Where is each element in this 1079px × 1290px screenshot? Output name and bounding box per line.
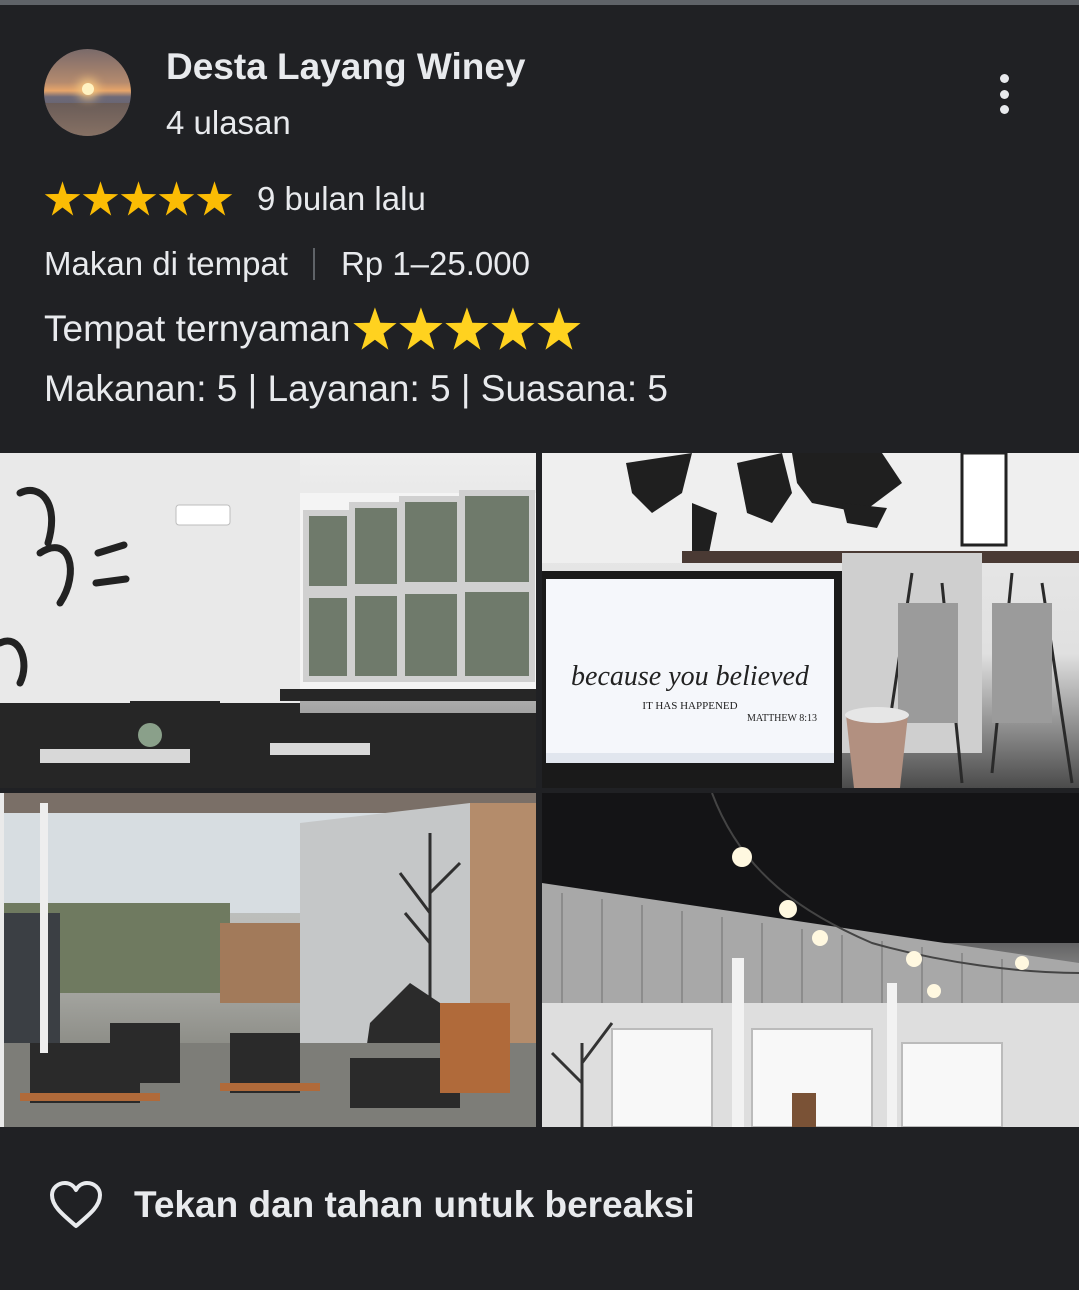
review-photo-laptop[interactable]: because you believed IT HAS HAPPENED MAT…: [542, 453, 1079, 788]
more-vert-icon: [999, 105, 1009, 114]
review-photo-night[interactable]: [542, 793, 1079, 1127]
meta-divider: [312, 248, 315, 280]
star-icon: [196, 181, 233, 216]
svg-text:MATTHEW 8:13: MATTHEW 8:13: [747, 713, 817, 724]
rating-stars: [44, 181, 234, 218]
interior-illustration: [0, 453, 536, 788]
terrace-illustration: [0, 793, 536, 1127]
react-label: Tekan dan tahan untuk bereaksi: [134, 1184, 695, 1225]
review-text-body: Tempat ternyaman: [44, 308, 351, 349]
review-time: 9 bulan lalu: [257, 180, 426, 217]
star-emoji-icon: [353, 307, 397, 350]
svg-text:IT HAS HAPPENED: IT HAS HAPPENED: [642, 700, 737, 712]
subratings: Makanan: 5 | Layanan: 5 | Suasana: 5: [44, 368, 668, 409]
emoji-stars: [352, 307, 582, 352]
avatar-sand: [44, 103, 131, 136]
svg-text:because you believed: because you believed: [571, 661, 810, 692]
heart-outline-icon: [50, 1181, 102, 1228]
star-emoji-icon: [445, 307, 489, 350]
avatar[interactable]: [44, 49, 131, 136]
price-range: Rp 1–25.000: [340, 245, 530, 282]
avatar-sun: [82, 83, 94, 95]
star-emoji-icon: [399, 307, 443, 350]
more-options-button[interactable]: [984, 70, 1024, 118]
more-vert-icon: [999, 89, 1009, 99]
review-photo-interior[interactable]: [0, 453, 536, 788]
review-meta: Makan di tempat Rp 1–25.000: [44, 244, 530, 284]
author-name[interactable]: Desta Layang Winey: [166, 46, 526, 88]
top-divider: [0, 0, 1079, 5]
laptop-illustration: because you believed IT HAS HAPPENED MAT…: [542, 453, 1079, 788]
author-review-count[interactable]: 4 ulasan: [166, 104, 291, 142]
star-icon: [158, 181, 195, 216]
rating-row: 9 bulan lalu: [44, 178, 426, 220]
review-photo-terrace[interactable]: [0, 793, 536, 1127]
react-button[interactable]: Tekan dan tahan untuk bereaksi: [48, 1176, 695, 1234]
more-vert-icon: [999, 74, 1009, 83]
star-icon: [82, 181, 119, 216]
service-type: Makan di tempat: [44, 245, 288, 282]
review-text: Tempat ternyaman: [44, 305, 582, 353]
star-emoji-icon: [491, 307, 535, 350]
night-illustration: [542, 793, 1079, 1127]
star-emoji-icon: [537, 307, 581, 350]
star-icon: [120, 181, 157, 216]
star-icon: [44, 181, 81, 216]
